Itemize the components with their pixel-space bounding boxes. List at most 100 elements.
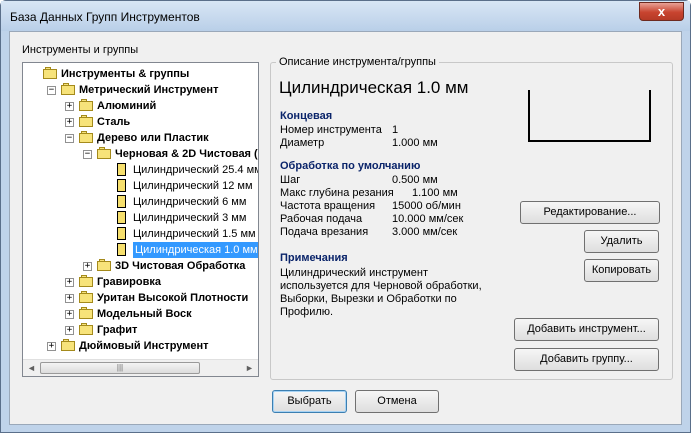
- tree-node-label: Гравировка: [97, 276, 162, 288]
- select-button[interactable]: Выбрать: [272, 390, 347, 413]
- folder-icon: [79, 323, 94, 336]
- expand-icon[interactable]: +: [65, 310, 74, 319]
- tree-urethane[interactable]: + Уритан Высокой Плотности: [23, 290, 258, 306]
- stepover-label: Шаг: [280, 174, 301, 186]
- tree-node-label: Алюминий: [97, 100, 157, 112]
- tree-node-label: Цилиндрический 1.5 мм: [133, 228, 256, 240]
- tool-type-heading: Концевая: [280, 110, 333, 122]
- tool-icon: [117, 163, 126, 176]
- delete-button[interactable]: Удалить: [584, 230, 659, 253]
- expand-icon[interactable]: +: [65, 118, 74, 127]
- tool-icon: [117, 227, 126, 240]
- tree-tool-cyl-25-4[interactable]: Цилиндрический 25.4 мм: [23, 162, 258, 178]
- tree-metric[interactable]: − Метрический Инструмент: [23, 82, 258, 98]
- folder-icon: [97, 259, 112, 272]
- max-cut-depth-value: 1.100 мм: [412, 187, 458, 199]
- tree-tool-cyl-12[interactable]: Цилиндрический 12 мм: [23, 178, 258, 194]
- tree-node-label: Цилиндрический 3 мм: [133, 212, 247, 224]
- tree-aluminium[interactable]: + Алюминий: [23, 98, 258, 114]
- edit-button[interactable]: Редактирование...: [520, 201, 660, 224]
- spindle-speed-label: Частота вращения: [280, 200, 376, 212]
- default-machining-heading: Обработка по умолчанию: [280, 160, 421, 172]
- tree-horizontal-scrollbar[interactable]: ◄ ||| ►: [23, 359, 258, 376]
- folder-icon: [43, 67, 58, 80]
- tool-icon: [117, 179, 126, 192]
- tree-roughing-2d[interactable]: − Черновая & 2D Чистовая (: [23, 146, 258, 162]
- tool-icon: [117, 195, 126, 208]
- plunge-rate-value: 3.000 мм/сек: [392, 226, 458, 238]
- tree-node-label: Дерево или Пластик: [97, 132, 209, 144]
- tool-icon: [117, 211, 126, 224]
- notes-heading: Примечания: [280, 252, 348, 264]
- expand-icon[interactable]: +: [65, 326, 74, 335]
- dialog-client: Инструменты и группы Инструменты & групп…: [9, 31, 682, 425]
- expand-icon[interactable]: +: [65, 278, 74, 287]
- folder-icon: [79, 291, 94, 304]
- tree-node-label: Инструменты & группы: [61, 68, 190, 80]
- tree-imperial[interactable]: + Дюймовый Инструмент: [23, 338, 258, 354]
- tree-3d-finishing[interactable]: +3D Чистовая Обработка: [23, 258, 258, 274]
- close-button[interactable]: x: [639, 2, 684, 21]
- tree-node-label: Цилиндрический 6 мм: [133, 196, 247, 208]
- tree-node-label: Цилиндрический 25.4 мм: [133, 164, 258, 176]
- collapse-icon[interactable]: −: [65, 134, 74, 143]
- scroll-thumb[interactable]: |||: [40, 362, 200, 374]
- tree-node-label: 3D Чистовая Обработка: [115, 260, 246, 272]
- tree-node-label: Цилиндрическая 1.0 мм: [133, 242, 258, 258]
- plunge-rate-label: Подача врезания: [280, 226, 369, 238]
- scroll-right-arrow-icon[interactable]: ►: [243, 362, 256, 374]
- folder-icon: [79, 307, 94, 320]
- folder-icon: [61, 339, 76, 352]
- scroll-left-arrow-icon[interactable]: ◄: [25, 362, 38, 374]
- add-group-button[interactable]: Добавить группу...: [514, 348, 659, 371]
- diameter-value: 1.000 мм: [392, 137, 438, 149]
- tree-tool-cyl-3[interactable]: Цилиндрический 3 мм: [23, 210, 258, 226]
- spindle-speed-value: 15000 об/мин: [392, 200, 461, 212]
- collapse-icon[interactable]: −: [47, 86, 56, 95]
- expand-icon[interactable]: +: [65, 102, 74, 111]
- tree-tool-cyl-6[interactable]: Цилиндрический 6 мм: [23, 194, 258, 210]
- copy-button[interactable]: Копировать: [584, 259, 659, 282]
- tree-node-label: Сталь: [97, 116, 131, 128]
- feed-rate-label: Рабочая подача: [280, 213, 363, 225]
- collapse-icon[interactable]: −: [83, 150, 92, 159]
- tree-node-label: Модельный Воск: [97, 308, 192, 320]
- tree-node-label: Черновая & 2D Чистовая (: [115, 148, 258, 160]
- folder-icon: [97, 147, 112, 160]
- tree-graphite[interactable]: + Графит: [23, 322, 258, 338]
- tool-database-window: База Данных Групп Инструментов x Инструм…: [0, 0, 691, 433]
- tool-icon: [117, 243, 126, 256]
- tree-node-label: Цилиндрический 12 мм: [133, 180, 253, 192]
- expand-icon[interactable]: +: [65, 294, 74, 303]
- tree-steel[interactable]: + Сталь: [23, 114, 258, 130]
- folder-icon: [79, 131, 94, 144]
- expand-icon[interactable]: +: [83, 262, 92, 271]
- stepover-value: 0.500 мм: [392, 174, 438, 186]
- tree-node-label: Графит: [97, 324, 138, 336]
- tree-tool-cyl-1-0[interactable]: Цилиндрическая 1.0 мм: [23, 242, 258, 258]
- tree-tool-cyl-1-5[interactable]: Цилиндрический 1.5 мм: [23, 226, 258, 242]
- folder-icon: [79, 275, 94, 288]
- max-cut-depth-label: Макс глубина резания: [280, 187, 394, 199]
- tree-node-label: Дюймовый Инструмент: [79, 340, 209, 352]
- title-bar[interactable]: База Данных Групп Инструментов x: [1, 1, 690, 31]
- folder-icon: [79, 115, 94, 128]
- tree-node-label: Метрический Инструмент: [79, 84, 219, 96]
- expand-icon[interactable]: +: [47, 342, 56, 351]
- folder-icon: [61, 83, 76, 96]
- diameter-label: Диаметр: [280, 137, 325, 149]
- add-tool-button[interactable]: Добавить инструмент...: [514, 318, 659, 341]
- tree-node-label: Уритан Высокой Плотности: [97, 292, 249, 304]
- tree-root[interactable]: Инструменты & группы: [23, 66, 258, 82]
- tree-modeling-wax[interactable]: + Модельный Воск: [23, 306, 258, 322]
- description-legend: Описание инструмента/группы: [276, 56, 439, 68]
- tool-tree[interactable]: Инструменты & группы − Метрический Инструм…: [22, 62, 259, 377]
- folder-icon: [79, 99, 94, 112]
- cancel-button[interactable]: Отмена: [355, 390, 439, 413]
- notes-text: Цилиндрический инструмент используется д…: [280, 267, 482, 318]
- feed-rate-value: 10.000 мм/сек: [392, 213, 464, 225]
- window-title: База Данных Групп Инструментов: [10, 10, 200, 24]
- tree-wood-plastic[interactable]: − Дерево или Пластик: [23, 130, 258, 146]
- tree-viewport: Инструменты & группы − Метрический Инструм…: [23, 63, 258, 359]
- tree-engraving[interactable]: + Гравировка: [23, 274, 258, 290]
